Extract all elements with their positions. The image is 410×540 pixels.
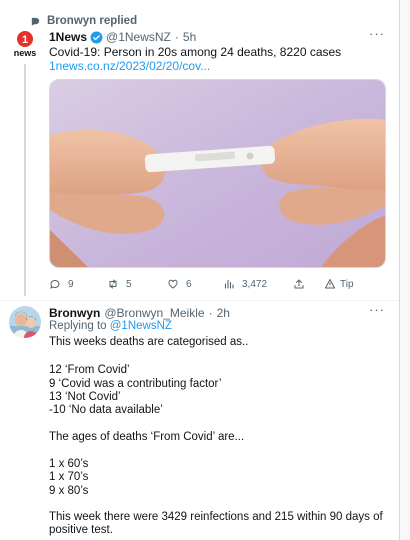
reply-line: -10 ‘No data available’ [49,404,163,416]
heart-icon [168,279,178,289]
svg-text:1: 1 [22,34,28,46]
reply-line: 9 x 80’s [49,485,89,497]
tip-icon [325,279,335,289]
reply-line: This week there were 3429 reinfections a… [49,511,383,523]
views-action[interactable]: 3,472 [223,278,293,290]
reply-header-separator: · [208,306,213,320]
tweet-actions: 9 5 6 3,472 Tip [49,276,386,292]
reply-arrow-icon [31,17,40,26]
author-handle[interactable]: @1NewsNZ [106,30,171,44]
1news-logo-avatar[interactable]: 1 news [10,30,40,58]
more-options-icon[interactable]: ··· [369,26,385,41]
tweet-header: 1News @1NewsNZ · 5h [49,29,385,45]
avatar-news-label: news [14,48,37,58]
reply-header: Bronwyn @Bronwyn_Meikle · 2h [49,305,230,321]
reply-icon [50,279,60,289]
tip-action[interactable]: Tip [324,278,354,290]
author-name[interactable]: 1News [49,30,87,44]
reply-context: Bronwyn replied [30,14,137,28]
reply-line: The ages of deaths ‘From Covid’ are... [49,431,245,443]
share-icon [294,279,304,289]
timeline-frame: Bronwyn replied 1 news 1News @1NewsNZ · … [0,0,400,540]
reply-line: 12 ‘From Covid’ [49,364,130,376]
views-count: 3,472 [242,278,268,290]
tweet-time[interactable]: 5h [183,30,196,44]
reply-line: positive test. [49,524,113,536]
header-separator: · [174,30,179,44]
like-count: 6 [186,278,192,290]
tweet-media-image[interactable] [49,79,386,268]
reply-author-name[interactable]: Bronwyn [49,306,100,320]
like-action[interactable]: 6 [167,278,223,290]
tip-label: Tip [340,278,354,290]
profile-photo [9,306,41,338]
rapid-test-photo [50,80,385,267]
tweet-divider [0,300,399,301]
tweet-link[interactable]: 1news.co.nz/2023/02/20/cov... [49,59,210,73]
retweet-icon [109,279,117,289]
reply-line: 13 ‘Not Covid’ [49,391,121,403]
replying-handle-link[interactable]: @1NewsNZ [110,320,172,332]
reply-line: 1 x 70’s [49,471,89,483]
verified-badge-icon [90,31,103,43]
reply-line: 1 x 60’s [49,458,89,470]
bronwyn-avatar[interactable] [9,306,41,338]
views-chart-icon [224,279,234,289]
reply-line: 9 ‘Covid was a contributing factor’ [49,378,222,390]
reply-author-handle[interactable]: @Bronwyn_Meikle [104,306,204,320]
retweet-action[interactable]: 5 [107,278,167,290]
reply-count: 9 [68,278,74,290]
retweet-count: 5 [126,278,132,290]
replying-to: Replying to @1NewsNZ [49,320,172,332]
page-edge [400,0,410,540]
share-action[interactable] [293,278,324,290]
reply-action[interactable]: 9 [49,278,107,290]
thread-line [24,64,26,296]
reply-more-options-icon[interactable]: ··· [369,302,385,317]
context-text: Bronwyn replied [47,15,138,27]
reply-time[interactable]: 2h [217,306,230,320]
reply-line: This weeks deaths are categorised as.. [49,336,249,348]
replying-prefix: Replying to [49,320,107,332]
tweet-text: Covid-19: Person in 20s among 24 deaths,… [49,45,342,59]
